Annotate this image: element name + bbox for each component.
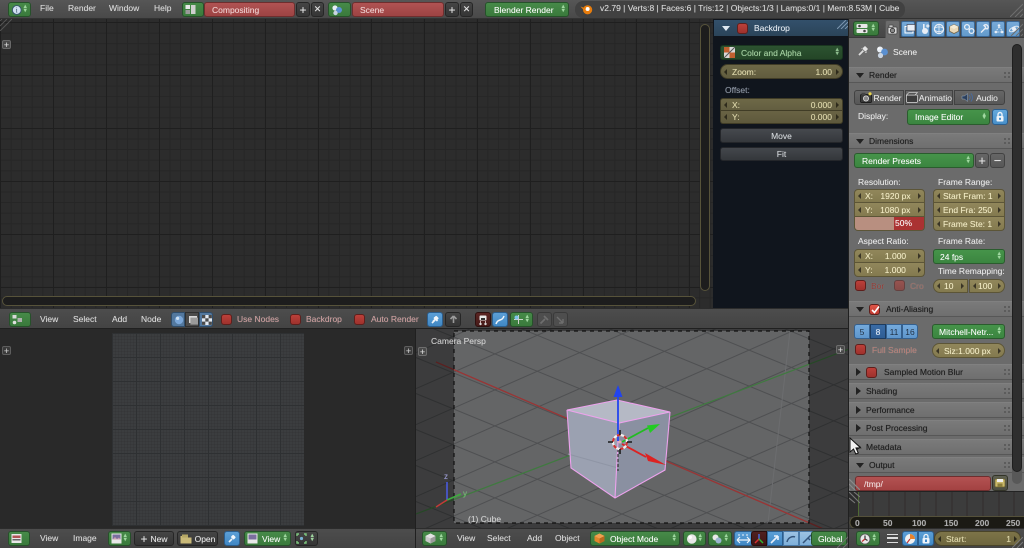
svg-text:100: 100 [912, 518, 926, 528]
svg-text:i: i [16, 6, 18, 14]
svg-text:0: 0 [855, 518, 860, 528]
svg-text:Camera Persp: Camera Persp [431, 336, 486, 346]
svg-text:50: 50 [883, 518, 893, 528]
svg-text:(1) Cube: (1) Cube [468, 514, 501, 524]
svg-text:250: 250 [1006, 518, 1020, 528]
svg-text:200: 200 [975, 518, 989, 528]
svg-text:150: 150 [944, 518, 958, 528]
svg-text:z: z [444, 472, 448, 481]
svg-text:y: y [463, 489, 467, 498]
